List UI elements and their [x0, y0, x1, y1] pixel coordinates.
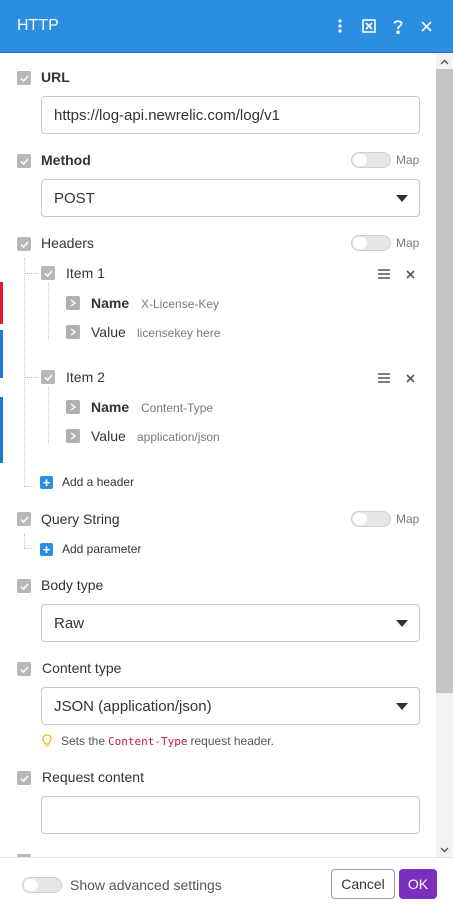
advanced-settings-toggle[interactable]: Show advanced settings [22, 877, 222, 893]
scroll-up-icon[interactable] [436, 54, 453, 69]
headers-collapse-checkbox[interactable] [17, 237, 31, 251]
tree-line [48, 387, 49, 443]
scroll-down-icon[interactable] [436, 842, 453, 857]
item-2-value-label: Value [91, 428, 126, 444]
item-2-collapse-checkbox[interactable] [41, 370, 55, 384]
toggle-switch[interactable] [351, 235, 391, 251]
content-type-collapse-checkbox[interactable] [17, 662, 31, 676]
item-1-collapse-checkbox[interactable] [41, 266, 55, 280]
request-content-input[interactable] [41, 796, 420, 834]
item-2-name-label: Name [91, 399, 130, 415]
close-icon[interactable] [412, 12, 441, 41]
add-parameter-label: Add parameter [62, 542, 142, 556]
method-label: Method [41, 152, 91, 168]
url-input[interactable]: https://log-api.newrelic.com/log/v1 [41, 96, 420, 134]
toggle-switch[interactable] [351, 152, 391, 168]
item-1-value-label: Value [91, 324, 126, 340]
map-label: Map [396, 236, 420, 250]
expand-icon[interactable] [354, 12, 383, 41]
dialog-title: HTTP [17, 17, 59, 34]
tree-line [24, 486, 34, 487]
tree-line [24, 548, 34, 549]
hint-prefix: Sets the [61, 734, 106, 748]
advanced-settings-label: Show advanced settings [70, 877, 222, 893]
tree-line [24, 377, 38, 378]
query-string-collapse-checkbox[interactable] [17, 512, 31, 526]
drag-handle-icon[interactable] [376, 266, 392, 282]
remove-item-icon[interactable] [402, 370, 418, 386]
method-select[interactable]: POST [41, 179, 420, 217]
content-type-value: JSON (application/json) [54, 697, 212, 715]
toggle-switch[interactable] [22, 877, 62, 893]
map-label: Map [396, 153, 420, 167]
hint-code: Content-Type [108, 734, 188, 748]
caret-down-icon [396, 703, 408, 710]
method-map-toggle[interactable]: Map [351, 152, 419, 168]
headers-label: Headers [41, 235, 94, 251]
item-2-title: Item 2 [66, 369, 105, 385]
cancel-button[interactable]: Cancel [331, 869, 395, 899]
content-type-hint: Sets the Content-Type request header. [42, 734, 274, 748]
more-vertical-icon[interactable] [325, 12, 354, 41]
caret-down-icon [396, 195, 408, 202]
query-string-label: Query String [41, 511, 120, 527]
add-header-button[interactable]: + Add a header [40, 475, 134, 489]
item-1-value-value[interactable]: licensekey here [137, 326, 220, 340]
item-1-name-label: Name [91, 295, 130, 311]
request-content-label: Request content [42, 769, 144, 785]
method-value: POST [54, 189, 95, 207]
tree-line [24, 258, 25, 486]
method-collapse-checkbox[interactable] [17, 154, 31, 168]
body-type-collapse-checkbox[interactable] [17, 579, 31, 593]
body-type-select[interactable]: Raw [41, 604, 420, 642]
body-type-label: Body type [41, 577, 104, 593]
url-label: URL [41, 69, 70, 85]
toggle-switch[interactable] [351, 511, 391, 527]
help-icon[interactable] [383, 12, 412, 41]
item-1-name-value[interactable]: X-License-Key [141, 297, 219, 311]
query-string-map-toggle[interactable]: Map [351, 511, 419, 527]
url-collapse-checkbox[interactable] [17, 71, 31, 85]
content-type-select[interactable]: JSON (application/json) [41, 687, 420, 725]
map-label: Map [396, 512, 420, 526]
item-2-value-value[interactable]: application/json [137, 430, 220, 444]
body-type-value: Raw [54, 614, 85, 632]
scrollbar-thumb[interactable] [436, 69, 453, 693]
item-2-name-value[interactable]: Content-Type [141, 401, 213, 415]
expand-arrow-icon[interactable] [66, 400, 80, 414]
expand-arrow-icon[interactable] [66, 325, 80, 339]
item-1-title: Item 1 [66, 265, 105, 281]
hint-suffix: request header. [190, 734, 274, 748]
tree-line [48, 283, 49, 339]
header-actions [325, 12, 441, 41]
ok-button[interactable]: OK [399, 869, 437, 899]
url-value: https://log-api.newrelic.com/log/v1 [54, 106, 280, 124]
caret-down-icon [396, 620, 408, 627]
dialog-footer: Show advanced settings Cancel OK [0, 857, 453, 911]
expand-arrow-icon[interactable] [66, 296, 80, 310]
content-type-label: Content type [42, 660, 122, 676]
request-content-collapse-checkbox[interactable] [17, 771, 31, 785]
form-body: URL https://log-api.newrelic.com/log/v1 … [0, 54, 436, 857]
plus-icon: + [40, 542, 53, 556]
add-header-label: Add a header [62, 475, 135, 489]
plus-icon: + [40, 475, 53, 489]
add-parameter-button[interactable]: + Add parameter [40, 542, 141, 556]
drag-handle-icon[interactable] [376, 370, 392, 386]
lightbulb-icon [42, 734, 52, 748]
dialog-header: HTTP [0, 0, 453, 53]
expand-arrow-icon[interactable] [66, 429, 80, 443]
tree-line [24, 534, 25, 548]
remove-item-icon[interactable] [402, 266, 418, 282]
headers-map-toggle[interactable]: Map [351, 235, 419, 251]
tree-line [24, 273, 38, 274]
